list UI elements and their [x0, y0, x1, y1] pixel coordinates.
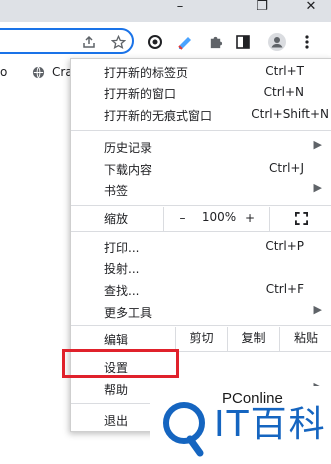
- maximize-button[interactable]: ❐: [242, 0, 282, 20]
- menu-separator: [71, 231, 331, 232]
- menu-item-more-tools[interactable]: 更多工具 ▶: [71, 302, 331, 322]
- side-panel-icon[interactable]: [232, 31, 254, 53]
- menu-item-shortcut: Ctrl+J: [269, 161, 304, 175]
- menu-item-label: 更多工具: [104, 306, 153, 320]
- fullscreen-icon: [294, 212, 308, 225]
- globe-icon: [32, 66, 45, 82]
- menu-item-bookmarks[interactable]: 书签 ▶: [71, 180, 331, 200]
- chevron-right-icon: ▶: [313, 138, 322, 151]
- menu-separator: [71, 325, 331, 326]
- chevron-right-icon: ▶: [313, 181, 322, 194]
- title-bar: – ❐ ✕: [0, 0, 331, 22]
- zoom-label: 缩放: [104, 212, 129, 226]
- zoom-in-button[interactable]: +: [231, 207, 269, 231]
- menu-item-new-incognito[interactable]: 打开新的无痕式窗口 Ctrl+Shift+N: [71, 105, 331, 125]
- menu-item-label: 打印...: [104, 241, 140, 255]
- menu-item-label: 帮助: [104, 383, 129, 397]
- copy-button[interactable]: 复制: [227, 327, 279, 351]
- paste-button[interactable]: 粘贴: [279, 327, 331, 351]
- zoom-row: 缩放 – 100% +: [71, 207, 331, 231]
- edit-row: 编辑 剪切 复制 粘贴: [71, 327, 331, 351]
- menu-item-shortcut: Ctrl+P: [265, 239, 304, 253]
- menu-item-history[interactable]: 历史记录 ▶: [71, 137, 331, 157]
- share-icon[interactable]: [78, 31, 100, 53]
- menu-item-label: 下载内容: [104, 163, 153, 177]
- fullscreen-button[interactable]: [269, 207, 331, 231]
- more-vert-icon[interactable]: [296, 31, 318, 53]
- menu-item-label: 历史记录: [104, 141, 153, 155]
- menu-item-shortcut: Ctrl+F: [265, 282, 304, 296]
- menu-item-shortcut: Ctrl+N: [263, 85, 304, 99]
- puzzle-icon[interactable]: [204, 31, 226, 53]
- menu-item-label: 投射...: [104, 262, 140, 276]
- menu-item-find[interactable]: 查找... Ctrl+F: [71, 280, 331, 300]
- close-button[interactable]: ✕: [291, 0, 331, 20]
- cut-button[interactable]: 剪切: [175, 327, 227, 351]
- menu-item-shortcut: Ctrl+Shift+N: [251, 107, 329, 121]
- menu-separator: [71, 205, 331, 206]
- bookmark-item[interactable]: o: [0, 65, 7, 79]
- menu-item-label: 打开新的标签页: [104, 66, 189, 80]
- chevron-right-icon: ▶: [313, 303, 322, 316]
- edit-label: 编辑: [104, 333, 129, 347]
- menu-item-print[interactable]: 打印... Ctrl+P: [71, 237, 331, 257]
- minimize-button[interactable]: –: [160, 0, 200, 20]
- extension-icon-2[interactable]: [174, 31, 196, 53]
- star-icon[interactable]: [107, 31, 129, 53]
- menu-item-new-window[interactable]: 打开新的窗口 Ctrl+N: [71, 83, 331, 103]
- extension-icon-1[interactable]: [144, 31, 166, 53]
- profile-icon[interactable]: [266, 31, 288, 53]
- menu-item-downloads[interactable]: 下载内容 Ctrl+J: [71, 159, 331, 179]
- menu-item-cast[interactable]: 投射...: [71, 258, 331, 278]
- settings-highlight-box: [62, 349, 179, 378]
- menu-item-label: 打开新的无痕式窗口: [104, 109, 213, 123]
- menu-item-label: 查找...: [104, 284, 140, 298]
- menu-item-label: 打开新的窗口: [104, 87, 177, 101]
- menu-item-label: 退出: [104, 414, 129, 428]
- menu-separator: [71, 130, 331, 131]
- menu-item-label: 书签: [104, 184, 129, 198]
- watermark-logo-icon: [160, 399, 208, 461]
- menu-item-new-tab[interactable]: 打开新的标签页 Ctrl+T: [71, 62, 331, 82]
- zoom-out-button[interactable]: –: [163, 207, 201, 231]
- watermark-text: IT百科: [214, 404, 327, 445]
- menu-item-shortcut: Ctrl+T: [265, 64, 304, 78]
